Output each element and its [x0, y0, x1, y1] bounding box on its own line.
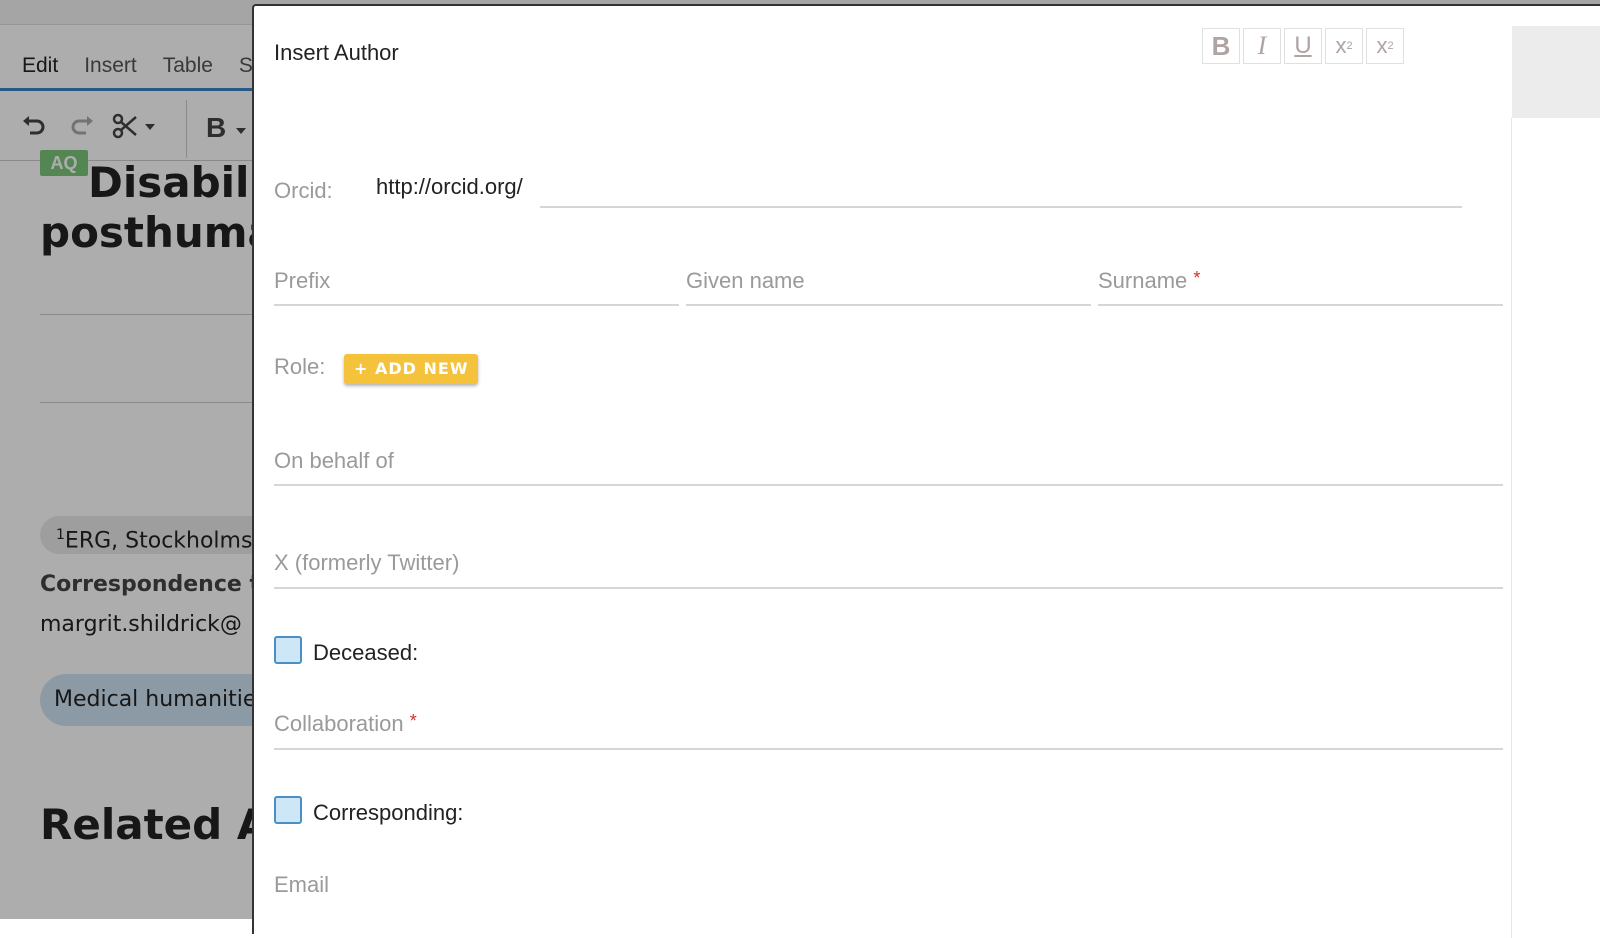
prefix-field[interactable] [274, 304, 679, 306]
email-label: Email [274, 872, 330, 897]
add-role-button[interactable]: + ADD NEW [344, 354, 479, 384]
bold-icon[interactable]: B [1202, 28, 1240, 64]
orcid-input[interactable] [540, 172, 1462, 208]
corresponding-checkbox[interactable] [274, 796, 302, 824]
required-marker: * [1193, 268, 1201, 288]
orcid-prefix: http://orcid.org/ [376, 174, 523, 199]
twitter-label: X (formerly Twitter) [274, 550, 460, 575]
on-behalf-of-field[interactable] [274, 484, 1503, 486]
role-label: Role: [274, 354, 326, 379]
dialog-title: Insert Author [274, 40, 399, 65]
superscript-icon[interactable]: x2 [1325, 28, 1363, 64]
orcid-label: Orcid: [274, 178, 333, 203]
deceased-label: Deceased: [313, 640, 419, 665]
scroll-track [1511, 118, 1512, 938]
prefix-label: Prefix [274, 268, 331, 293]
given-name-label: Given name [686, 268, 805, 293]
format-toolbar: B I U x2 x2 [1202, 28, 1407, 64]
collaboration-label-text: Collaboration [274, 711, 404, 736]
on-behalf-of-label: On behalf of [274, 448, 394, 473]
twitter-field[interactable] [274, 587, 1503, 589]
insert-author-dialog: Insert Author B I U x2 x2 Orcid: http://… [252, 4, 1600, 938]
collaboration-field[interactable] [274, 748, 1503, 750]
surname-field[interactable] [1098, 304, 1503, 306]
italic-icon[interactable]: I [1243, 28, 1281, 64]
surname-label: Surname * [1098, 268, 1200, 294]
scroll-gutter [1512, 26, 1600, 118]
deceased-checkbox[interactable] [274, 636, 302, 664]
required-marker: * [409, 711, 417, 731]
subscript-icon[interactable]: x2 [1366, 28, 1404, 64]
surname-label-text: Surname [1098, 268, 1188, 293]
corresponding-label: Corresponding: [313, 800, 464, 825]
given-name-field[interactable] [686, 304, 1091, 306]
underline-icon[interactable]: U [1284, 28, 1322, 64]
collaboration-label: Collaboration * [274, 711, 417, 737]
